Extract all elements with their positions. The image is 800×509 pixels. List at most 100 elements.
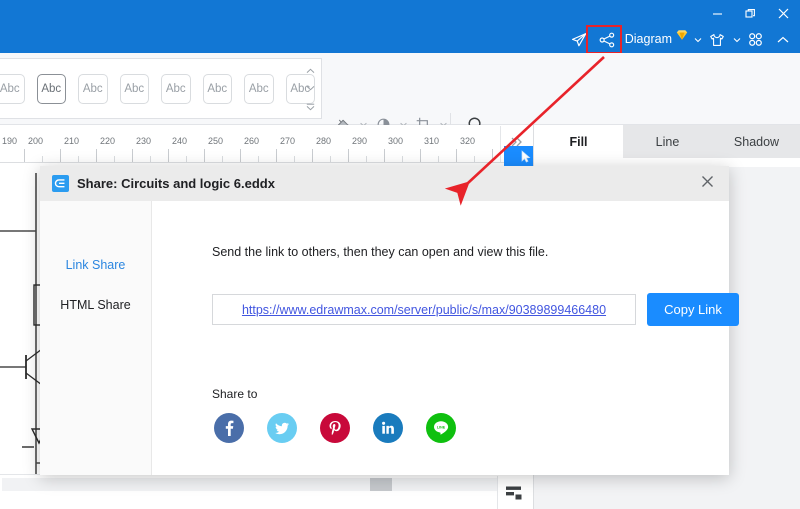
ruler-tick-label: 230 [136,136,152,146]
scroll-up-icon[interactable] [306,68,315,74]
style-swatch-label: Abc [207,82,228,95]
tab-shadow[interactable]: Shadow [712,125,800,158]
theme-button[interactable] [703,26,731,53]
restore-button[interactable] [734,0,767,26]
share-dialog: Share: Circuits and logic 6.eddx Link Sh… [40,166,739,475]
ruler-tick [222,156,223,162]
ruler-tick-label: 280 [316,136,332,146]
style-gallery[interactable]: Abc Abc Abc Abc Abc Abc Abc Abc [0,58,322,119]
ribbon-collapse-button[interactable] [769,26,796,53]
share-dialog-title: Share: Circuits and logic 6.eddx [77,176,275,191]
ruler-tick-label: 290 [352,136,368,146]
style-swatch[interactable]: Abc [202,73,232,104]
share-link-row: https://www.edrawmax.com/server/public/s… [212,293,739,326]
ruler-tick [96,149,97,162]
ruler-tick-label: 240 [172,136,188,146]
style-swatch[interactable]: Abc [78,73,108,104]
restore-icon [745,8,756,19]
tab-line[interactable]: Line [623,125,712,158]
page-layout-button[interactable] [505,485,523,506]
mode-selector[interactable]: Diagram [621,25,692,54]
share-twitter-button[interactable] [267,413,297,443]
linkedin-icon [379,419,397,437]
edrawmax-logo-icon [52,175,69,192]
ruler-tick-label: 250 [208,136,224,146]
ruler-tick [276,149,277,162]
chevron-down-icon [733,37,741,43]
horizontal-ruler[interactable]: 190 200 210 220 230 240 250 260 270 280 … [0,125,533,163]
ruler-tick [150,156,151,162]
ruler-tick [420,149,421,162]
share-dialog-close-button[interactable] [685,166,729,201]
share-dialog-body: Link Share HTML Share Send the link to o… [40,201,739,475]
send-icon [570,31,588,49]
ruler-tick [474,156,475,162]
ruler-tick [168,149,169,162]
share-to-label: Share to [212,387,258,401]
ruler-tick [240,149,241,162]
style-swatch-label: Abc [82,82,103,95]
tab-fill[interactable]: Fill [534,125,623,158]
style-swatch[interactable]: Abc [161,73,191,104]
mode-label: Diagram [624,31,672,46]
sidebar-item-label: HTML Share [60,298,131,312]
tshirt-theme-icon [708,31,726,49]
chevron-down-icon [694,37,702,43]
ruler-tick [330,156,331,162]
share-facebook-button[interactable] [214,413,244,443]
scroll-down-icon[interactable] [306,85,315,91]
apps-button[interactable] [742,26,769,53]
apps-grid-icon [747,31,764,48]
send-button[interactable] [565,26,593,53]
edrawmax-window: Diagram Abc Abc Abc Abc Abc Abc Abc Abc … [0,0,800,509]
tab-shadow-label: Shadow [733,134,780,149]
share-line-button[interactable]: LINE [426,413,456,443]
ruler-tick-label: 220 [100,136,116,146]
ruler-tick [348,149,349,162]
copy-link-button[interactable]: Copy Link [647,293,739,326]
ruler-tick [60,149,61,162]
share-pinterest-button[interactable] [320,413,350,443]
tab-fill-label: Fill [569,134,588,149]
ruler-tick-label: 200 [28,136,44,146]
ruler-tick-label: 300 [388,136,404,146]
sidebar-item-label: Link Share [65,258,126,272]
line-icon: LINE [431,418,451,438]
style-swatch-label: Abc [41,82,62,95]
ruler-tick [492,149,493,162]
style-swatch-label: Abc [248,82,269,95]
sidebar-item-link-share[interactable]: Link Share [40,245,151,285]
style-swatch-label: Abc [124,82,145,95]
bottom-bar-divider [497,476,498,509]
ruler-tick [186,156,187,162]
facebook-icon [220,419,238,437]
window-controls [701,0,800,26]
scroll-more-icon[interactable] [306,103,315,111]
close-icon [701,175,714,193]
style-swatch-label: Abc [165,82,186,95]
twitter-icon [273,419,291,437]
ruler-tick [78,156,79,162]
ruler-tick [132,149,133,162]
horizontal-scrollbar[interactable] [2,478,497,491]
pinterest-icon [326,419,344,437]
style-swatch[interactable]: Abc [119,73,149,104]
share-linkedin-button[interactable] [373,413,403,443]
share-link-input[interactable]: https://www.edrawmax.com/server/public/s… [212,294,636,325]
ruler-tick-label: 320 [460,136,476,146]
theme-caret[interactable] [731,26,742,53]
close-button[interactable] [767,0,800,26]
minimize-button[interactable] [701,0,734,26]
ruler-tick-label: 210 [64,136,80,146]
style-swatch-label: Abc [0,82,20,95]
diamond-premium-icon [675,25,689,52]
style-swatch[interactable]: Abc [36,73,66,104]
mode-caret[interactable] [692,26,703,53]
share-button[interactable] [593,26,621,53]
sidebar-item-html-share[interactable]: HTML Share [40,285,151,325]
share-dialog-main: Send the link to others, then they can o… [152,201,739,475]
horizontal-scrollbar-thumb[interactable] [370,478,392,491]
share-link-text[interactable]: https://www.edrawmax.com/server/public/s… [242,303,606,317]
style-swatch[interactable]: Abc [244,73,274,104]
style-swatch[interactable]: Abc [0,73,25,104]
